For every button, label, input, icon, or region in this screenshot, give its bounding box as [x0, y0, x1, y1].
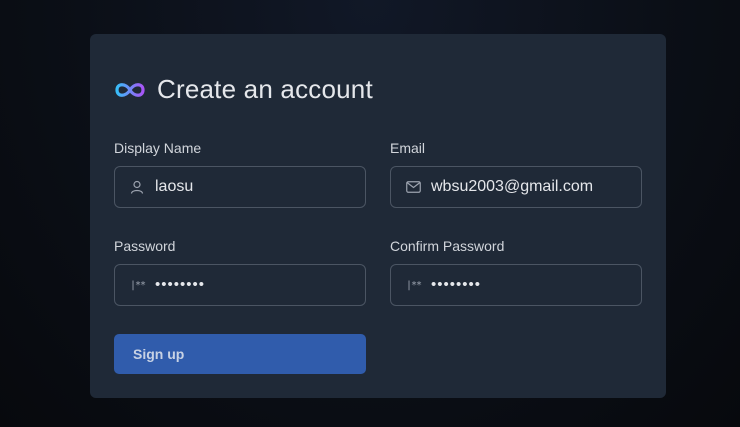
signup-card: Create an account Display Name laosu Ema… — [90, 34, 666, 398]
password-value: •••••••• — [155, 276, 206, 293]
display-name-label: Display Name — [114, 140, 202, 156]
email-label: Email — [390, 140, 426, 156]
sign-up-button[interactable]: Sign up — [114, 334, 366, 374]
password-input[interactable]: |** •••••••• — [114, 264, 366, 306]
email-input[interactable]: wbsu2003@gmail.com — [390, 166, 642, 208]
mail-icon — [406, 180, 422, 194]
confirm-password-input[interactable]: |** •••••••• — [390, 264, 642, 306]
user-icon — [130, 180, 146, 194]
email-field: Email wbsu2003@gmail.com — [390, 140, 642, 208]
password-icon: |** — [406, 279, 422, 291]
confirm-password-label: Confirm Password — [390, 238, 505, 254]
password-label: Password — [114, 238, 176, 254]
email-value: wbsu2003@gmail.com — [431, 178, 594, 195]
infinity-logo-icon — [114, 80, 146, 100]
display-name-input[interactable]: laosu — [114, 166, 366, 208]
confirm-password-field: Confirm Password |** •••••••• — [390, 238, 642, 306]
form-header: Create an account — [114, 74, 373, 105]
display-name-field: Display Name laosu — [114, 140, 366, 208]
confirm-password-value: •••••••• — [431, 276, 482, 293]
password-field: Password |** •••••••• — [114, 238, 366, 306]
password-icon: |** — [130, 279, 146, 291]
display-name-value: laosu — [155, 178, 194, 195]
page-title: Create an account — [157, 74, 373, 104]
